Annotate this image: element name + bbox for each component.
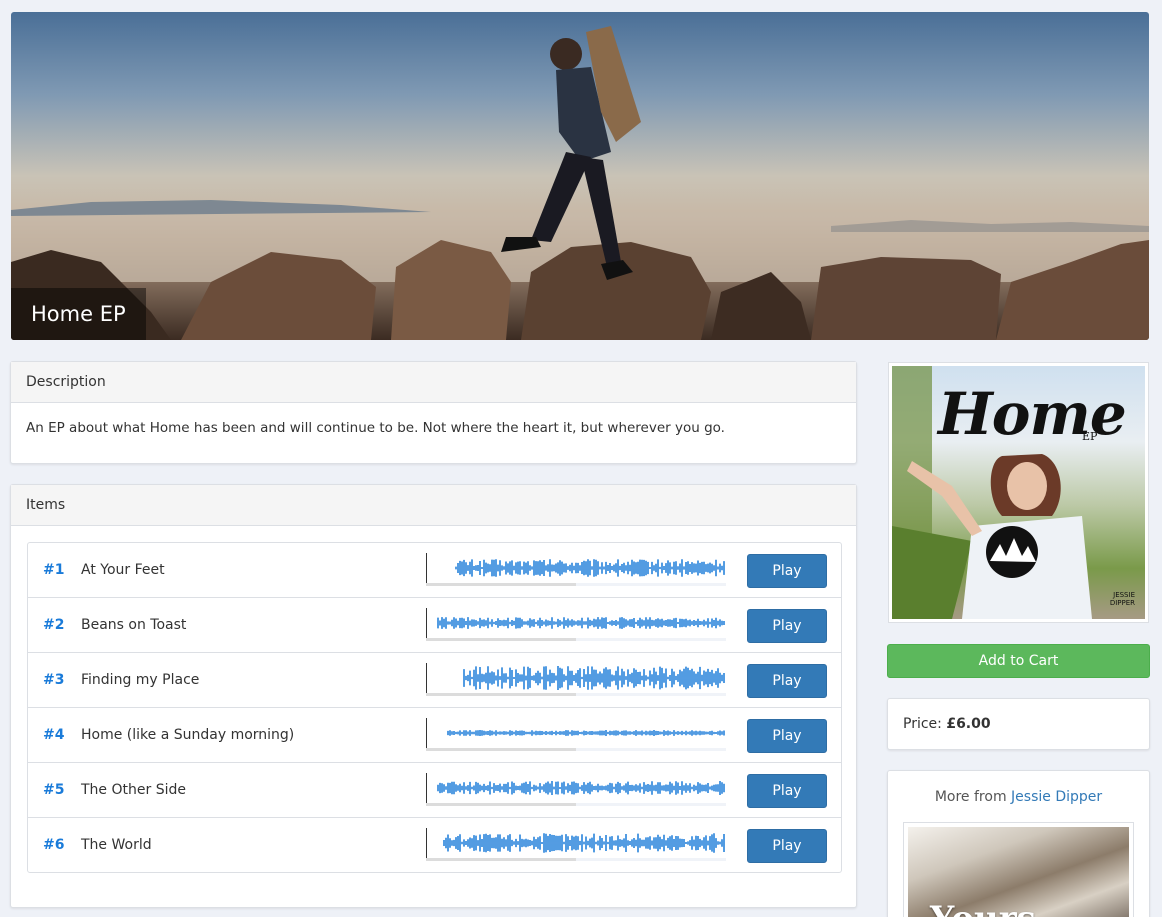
- price-value: £6.00: [946, 716, 991, 732]
- cover-artist-line1: JESSIE: [1113, 591, 1135, 599]
- album-title: Home EP: [11, 288, 146, 340]
- track-title: Beans on Toast: [81, 617, 187, 633]
- play-button[interactable]: Play: [747, 719, 827, 753]
- track-waveform[interactable]: [426, 663, 726, 698]
- description-panel: Description An EP about what Home has be…: [10, 361, 857, 464]
- play-button[interactable]: Play: [747, 829, 827, 863]
- track-list: #1 At Your Feet Play #2 Beans on Toast Play #3…: [27, 542, 842, 873]
- track-waveform[interactable]: [426, 608, 726, 643]
- waveform-cursor: [426, 553, 427, 583]
- track-row: #6 The World Play: [28, 818, 841, 872]
- waveform-path: [437, 781, 725, 795]
- waveform-cursor: [426, 773, 427, 803]
- price-label: Price:: [903, 716, 942, 732]
- play-button[interactable]: Play: [747, 609, 827, 643]
- add-to-cart-button[interactable]: Add to Cart: [887, 644, 1150, 678]
- cover-artist-signature: JESSIE DIPPER: [1110, 591, 1135, 607]
- waveform-path: [443, 833, 725, 853]
- waveform-path: [447, 730, 725, 736]
- track-title: The World: [81, 837, 152, 853]
- track-row: #1 At Your Feet Play: [28, 543, 841, 598]
- waveform-progress-fill: [426, 748, 576, 751]
- track-number: #5: [43, 782, 65, 798]
- waveform-progress-fill: [426, 638, 576, 641]
- more-from-artist-link[interactable]: Jessie Dipper: [1011, 789, 1102, 805]
- waveform-progress-fill: [426, 858, 576, 861]
- price-panel: Price: £6.00: [887, 698, 1150, 750]
- more-from-album-thumbnail[interactable]: Yours: [903, 822, 1134, 917]
- track-title: Home (like a Sunday morning): [81, 727, 295, 743]
- track-title: At Your Feet: [81, 562, 165, 578]
- track-row: #3 Finding my Place Play: [28, 653, 841, 708]
- waveform-progress-fill: [426, 583, 576, 586]
- waveform-path: [455, 559, 725, 577]
- play-button[interactable]: Play: [747, 554, 827, 588]
- items-panel: Items #1 At Your Feet Play #2 Beans on Toast…: [10, 484, 857, 908]
- cover-title: Home: [938, 380, 1127, 448]
- track-title: Finding my Place: [81, 672, 200, 688]
- waveform-progress-fill: [426, 693, 576, 696]
- play-button[interactable]: Play: [747, 774, 827, 808]
- album-cover-image: Home EP JESSIE DIPPER: [892, 366, 1145, 619]
- banner-photo: [11, 26, 1149, 340]
- track-number: #1: [43, 562, 65, 578]
- more-from-album-image: Yours: [908, 827, 1129, 917]
- waveform-cursor: [426, 608, 427, 638]
- track-waveform[interactable]: [426, 773, 726, 808]
- more-from-album-title: Yours: [930, 899, 1036, 917]
- waveform-path: [463, 666, 725, 690]
- waveform-cursor: [426, 663, 427, 693]
- play-button[interactable]: Play: [747, 664, 827, 698]
- description-text: An EP about what Home has been and will …: [26, 420, 725, 436]
- track-waveform[interactable]: [426, 553, 726, 588]
- waveform-path: [437, 617, 725, 629]
- waveform-progress-fill: [426, 803, 576, 806]
- album-banner: Home EP: [11, 12, 1149, 340]
- track-row: #5 The Other Side Play: [28, 763, 841, 818]
- track-number: #6: [43, 837, 65, 853]
- waveform-cursor: [426, 828, 427, 858]
- track-waveform[interactable]: [426, 828, 726, 863]
- waveform-cursor: [426, 718, 427, 748]
- track-waveform[interactable]: [426, 718, 726, 753]
- cover-artist-line2: DIPPER: [1109, 599, 1135, 607]
- track-number: #2: [43, 617, 65, 633]
- more-from-heading: More from Jessie Dipper: [888, 771, 1149, 823]
- more-from-panel: More from Jessie Dipper Yours: [887, 770, 1150, 917]
- cover-subtitle: EP: [1082, 430, 1098, 443]
- description-heading: Description: [11, 362, 856, 403]
- track-row: #2 Beans on Toast Play: [28, 598, 841, 653]
- track-number: #3: [43, 672, 65, 688]
- more-from-prefix: More from: [934, 789, 1007, 805]
- track-title: The Other Side: [81, 782, 186, 798]
- track-row: #4 Home (like a Sunday morning) Play: [28, 708, 841, 763]
- track-number: #4: [43, 727, 65, 743]
- items-heading: Items: [11, 485, 856, 526]
- album-cover[interactable]: Home EP JESSIE DIPPER: [888, 362, 1149, 623]
